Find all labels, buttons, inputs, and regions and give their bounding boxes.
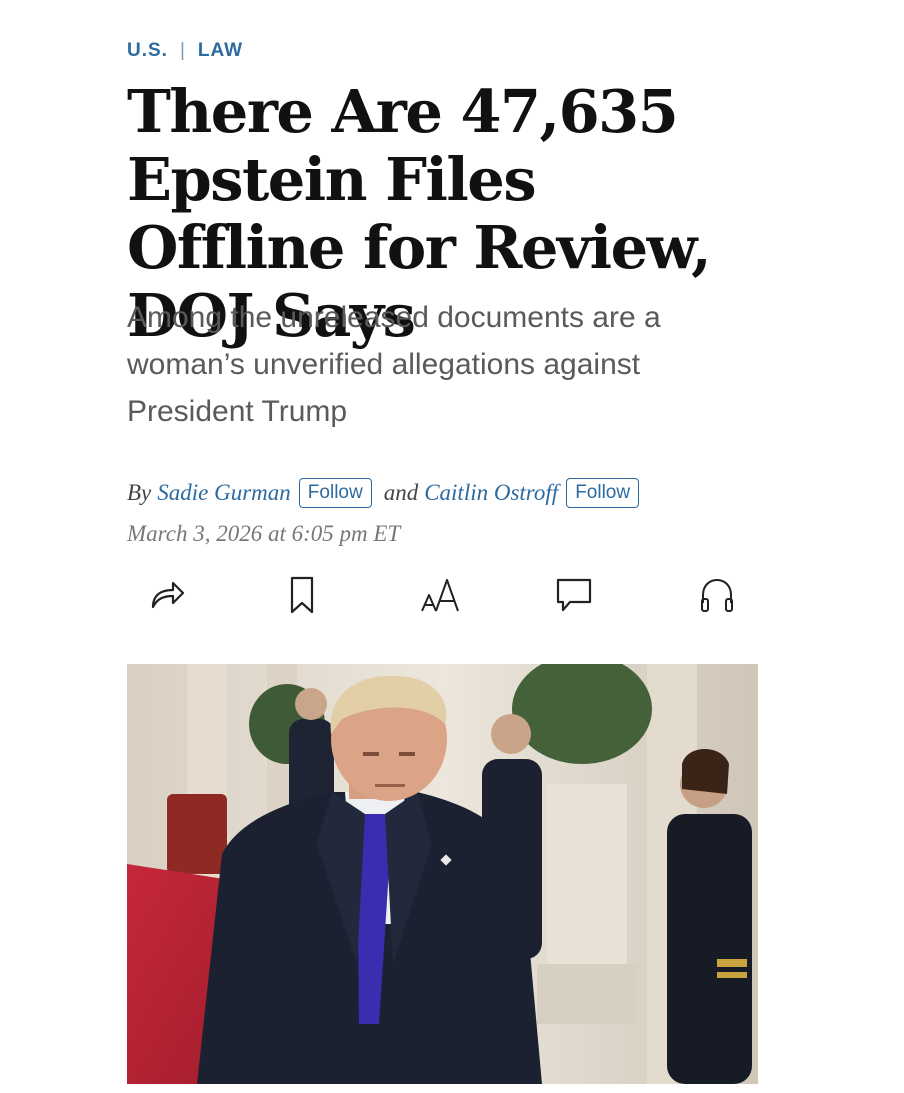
breadcrumb: U.S. | LAW <box>127 40 243 62</box>
listen-icon <box>697 575 737 615</box>
listen-button[interactable] <box>692 570 742 620</box>
follow-author-1-button[interactable]: Follow <box>298 478 372 508</box>
text-size-button[interactable] <box>415 570 465 620</box>
bookmark-button[interactable] <box>277 570 327 620</box>
byline-and: and <box>383 480 419 505</box>
byline: By Sadie Gurman Follow and Caitlin Ostro… <box>127 478 640 508</box>
author-link-2[interactable]: Caitlin Ostroff <box>424 480 558 506</box>
article-photo <box>127 664 758 1084</box>
text-size-icon <box>418 575 462 615</box>
breadcrumb-subsection-link[interactable]: LAW <box>198 40 243 62</box>
follow-author-2-button[interactable]: Follow <box>566 478 640 508</box>
bookmark-icon <box>287 575 317 615</box>
share-icon <box>147 577 187 613</box>
article-dek: Among the unreleased documents are a wom… <box>127 301 661 428</box>
byline-by: By <box>127 480 152 505</box>
author-link-1[interactable]: Sadie Gurman <box>157 480 291 506</box>
comment-icon <box>554 576 594 614</box>
share-button[interactable] <box>142 570 192 620</box>
breadcrumb-section-link[interactable]: U.S. <box>127 40 168 62</box>
publish-date: March 3, 2026 at 6:05 pm ET <box>127 521 401 546</box>
breadcrumb-separator: | <box>179 40 186 61</box>
article-toolbar <box>127 570 767 620</box>
comment-button[interactable] <box>549 570 599 620</box>
